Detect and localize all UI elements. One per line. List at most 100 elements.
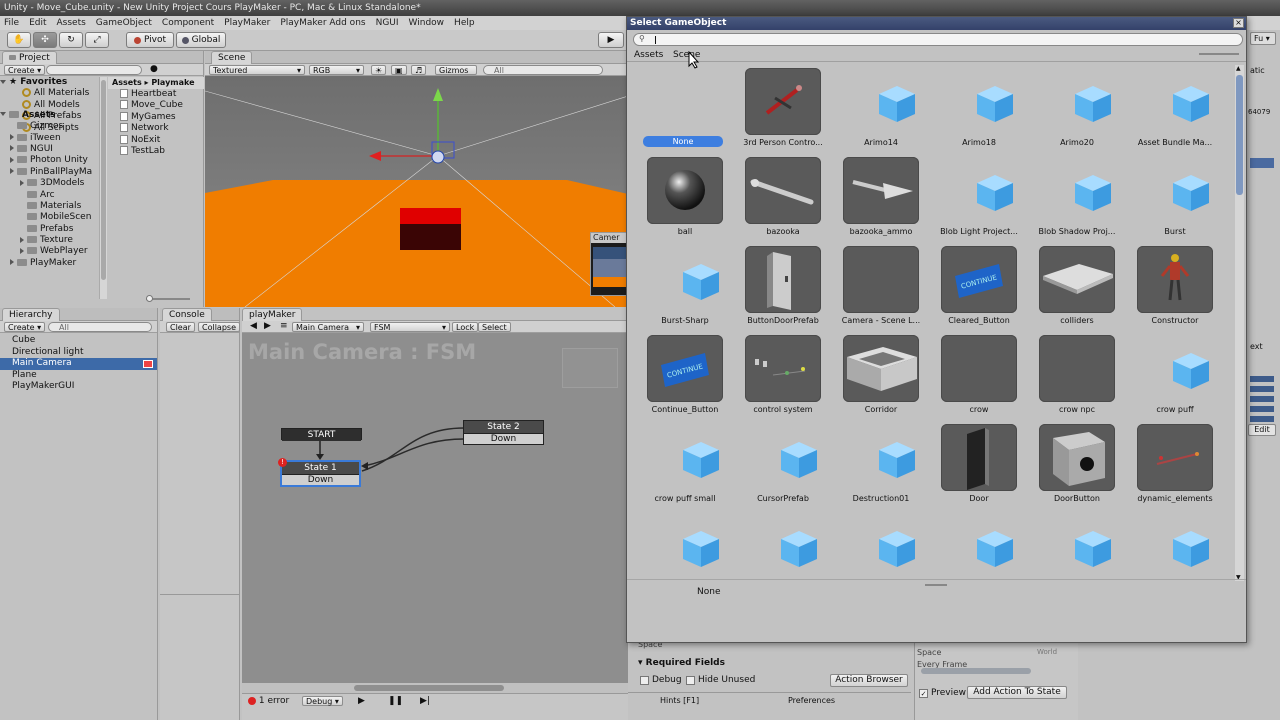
gizmos-dropdown[interactable]: Gizmos ▾ <box>435 65 477 85</box>
menu-item[interactable]: Assets <box>57 18 86 28</box>
project-file[interactable]: TestLab <box>120 145 204 157</box>
object-tile[interactable]: ButtonDoorPrefab <box>731 246 821 334</box>
project-file[interactable]: Move_Cube <box>120 100 204 111</box>
thumbnail-size-slider[interactable] <box>1199 53 1239 55</box>
object-tile[interactable]: crow puff <box>1123 335 1213 423</box>
asset-folder[interactable]: Materials <box>0 201 100 212</box>
asset-folder[interactable]: PlayMaker <box>0 258 100 269</box>
object-tile[interactable]: colliders <box>1025 246 1115 334</box>
object-tile[interactable]: DoorButton <box>1025 424 1115 512</box>
gear-icon[interactable] <box>1250 158 1274 168</box>
object-tile[interactable]: Blob Shadow Proj... <box>1025 157 1115 245</box>
hierarchy-item[interactable]: PlayMakerGUI <box>0 381 157 393</box>
menu-item[interactable]: File <box>4 18 19 28</box>
camera-gizmo[interactable] <box>431 150 445 164</box>
hand-tool-button[interactable]: ✋ <box>7 32 31 48</box>
asset-folder[interactable]: MobileScen <box>0 212 100 223</box>
layout-dropdown[interactable]: Fu ▾ <box>1250 32 1276 45</box>
asset-folder[interactable]: WebPlayer <box>0 246 100 257</box>
menu-item[interactable]: Window <box>409 18 445 28</box>
object-tile[interactable]: Door <box>927 424 1017 512</box>
object-tile[interactable]: control system <box>731 335 821 423</box>
menu-item[interactable]: PlayMaker <box>224 18 270 28</box>
project-file[interactable]: Heartbeat <box>120 89 204 100</box>
project-tree-scrollbar[interactable] <box>99 77 107 299</box>
object-tile[interactable]: None <box>633 68 723 156</box>
object-tile[interactable]: crow npc <box>1025 335 1115 423</box>
expand-icon[interactable] <box>20 236 24 243</box>
favorites-header[interactable]: ★ Favorites <box>0 77 100 88</box>
rotate-tool-button[interactable]: ↻ <box>59 32 83 48</box>
object-tile[interactable]: bazooka <box>731 157 821 245</box>
scale-tool-button[interactable]: ⤢ <box>85 32 109 48</box>
object-tile[interactable]: Arimo20 <box>1025 68 1115 156</box>
dialog-search-input[interactable]: ⚲ <box>633 33 1243 46</box>
preview-scroll-thumb[interactable] <box>921 668 1031 674</box>
object-tile[interactable] <box>633 513 723 582</box>
object-tile[interactable] <box>927 513 1017 582</box>
object-tile[interactable]: Arimo14 <box>829 68 919 156</box>
object-tile[interactable]: bazooka_ammo <box>829 157 919 245</box>
console-clear-button[interactable]: Clear <box>166 322 195 332</box>
object-tile[interactable]: CONTINUE Continue_Button <box>633 335 723 423</box>
dialog-scrollbar[interactable]: ▲ ▼ <box>1235 65 1244 581</box>
shading-dropdown[interactable]: Textured ▾ <box>209 65 305 75</box>
state2-node[interactable]: State 2 Down <box>463 420 544 445</box>
asset-folder[interactable]: iTween <box>0 133 100 144</box>
scene-viewport[interactable] <box>205 76 628 307</box>
asset-folder[interactable]: Texture <box>0 235 100 246</box>
hierarchy-item[interactable]: Cube <box>0 335 157 347</box>
project-file[interactable]: MyGames <box>120 111 204 123</box>
expand-icon[interactable] <box>10 168 14 175</box>
asset-folder[interactable]: Arc <box>0 190 100 201</box>
menu-item[interactable]: Help <box>454 18 475 28</box>
expand-icon[interactable] <box>20 179 24 186</box>
object-tile[interactable]: Blob Light Project... <box>927 157 1018 245</box>
object-tile[interactable]: dynamic_elements <box>1123 424 1213 512</box>
object-tile[interactable]: Burst-Sharp <box>633 246 723 334</box>
dialog-tab-assets[interactable]: Assets <box>634 50 663 60</box>
step-icon[interactable]: ▶| <box>420 696 430 706</box>
pivot-toggle[interactable]: Pivot <box>126 32 174 48</box>
debug-checkbox[interactable]: Debug <box>640 675 682 685</box>
asset-folder[interactable]: Photon Unity <box>0 155 100 166</box>
debug-dropdown[interactable]: Debug ▾ <box>302 696 343 706</box>
world-value[interactable]: World <box>1037 648 1057 656</box>
audio-toggle[interactable]: ♬ <box>411 65 427 75</box>
object-tile[interactable]: Destruction01 <box>829 424 919 512</box>
start-node[interactable]: START <box>281 428 362 441</box>
tab-project[interactable]: Project <box>2 51 57 64</box>
menu-item[interactable]: PlayMaker Add ons <box>280 18 365 28</box>
object-tile[interactable]: crow puff small <box>633 424 723 512</box>
object-tile[interactable]: Camera - Scene L... <box>829 246 920 334</box>
scroll-thumb[interactable] <box>1236 75 1243 195</box>
object-tile[interactable] <box>1123 513 1213 582</box>
object-tile[interactable] <box>731 513 821 582</box>
project-breadcrumb[interactable]: Assets ▸ Playmake <box>108 77 204 89</box>
object-tile[interactable]: CursorPrefab <box>731 424 821 512</box>
object-tile[interactable]: Burst <box>1123 157 1213 245</box>
project-file[interactable]: Network <box>120 123 204 134</box>
lock-icon[interactable]: ● <box>150 64 158 74</box>
project-search-input[interactable] <box>46 65 142 75</box>
expand-icon[interactable] <box>10 145 14 152</box>
asset-folder[interactable]: Prefabs <box>0 224 100 235</box>
edit-button[interactable]: Edit <box>1248 424 1276 436</box>
graph-hscrollbar[interactable] <box>242 683 628 693</box>
object-tile[interactable]: Asset Bundle Ma... <box>1123 68 1213 156</box>
preview-checkbox[interactable]: ✓ Preview <box>919 688 966 698</box>
object-tile[interactable]: Corridor <box>829 335 919 423</box>
hierarchy-create-button[interactable]: Create ▾ <box>4 322 46 332</box>
close-icon[interactable]: × <box>1233 18 1244 28</box>
action-browser-button[interactable]: Action Browser <box>830 674 908 687</box>
asset-folder[interactable]: 3DModels <box>0 178 100 189</box>
scroll-thumb[interactable] <box>101 80 106 280</box>
scroll-up-icon[interactable]: ▲ <box>1236 65 1241 72</box>
menu-item[interactable]: GameObject <box>96 18 152 28</box>
play-icon[interactable]: ▶ <box>358 696 365 706</box>
object-tile[interactable]: ball <box>633 157 723 245</box>
object-tile[interactable]: Constructor <box>1123 246 1213 334</box>
favorite-item[interactable]: All Materials <box>0 88 100 99</box>
asset-folder[interactable]: NGUI <box>0 144 100 155</box>
project-file[interactable]: NoExit <box>120 134 204 146</box>
